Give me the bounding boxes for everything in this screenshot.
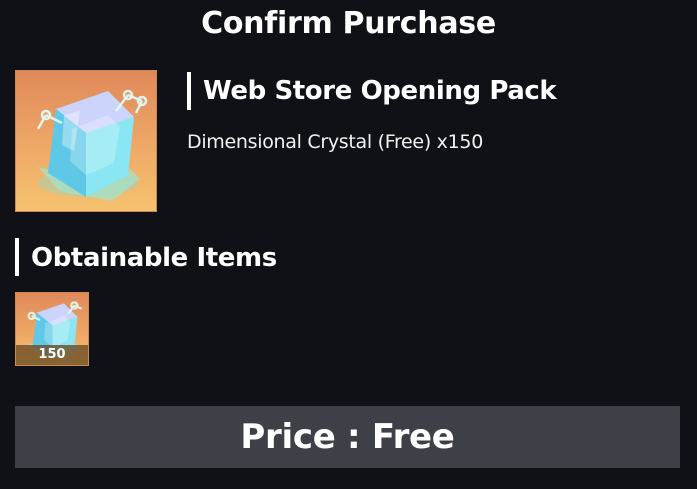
product-name-accent-bar bbox=[187, 72, 191, 110]
product-contents: Dimensional Crystal (Free) x150 bbox=[187, 131, 483, 153]
obtainable-items-heading: Obtainable Items bbox=[31, 243, 277, 273]
obtainable-item[interactable]: 150 bbox=[15, 292, 89, 366]
section-accent-bar bbox=[15, 238, 19, 276]
product-image bbox=[15, 70, 157, 212]
item-quantity: 150 bbox=[16, 345, 88, 365]
product-name: Web Store Opening Pack bbox=[203, 76, 557, 106]
dimensional-crystal-icon bbox=[36, 89, 148, 201]
dialog-title: Confirm Purchase bbox=[201, 6, 496, 41]
price-button[interactable]: Price : Free bbox=[15, 406, 680, 468]
